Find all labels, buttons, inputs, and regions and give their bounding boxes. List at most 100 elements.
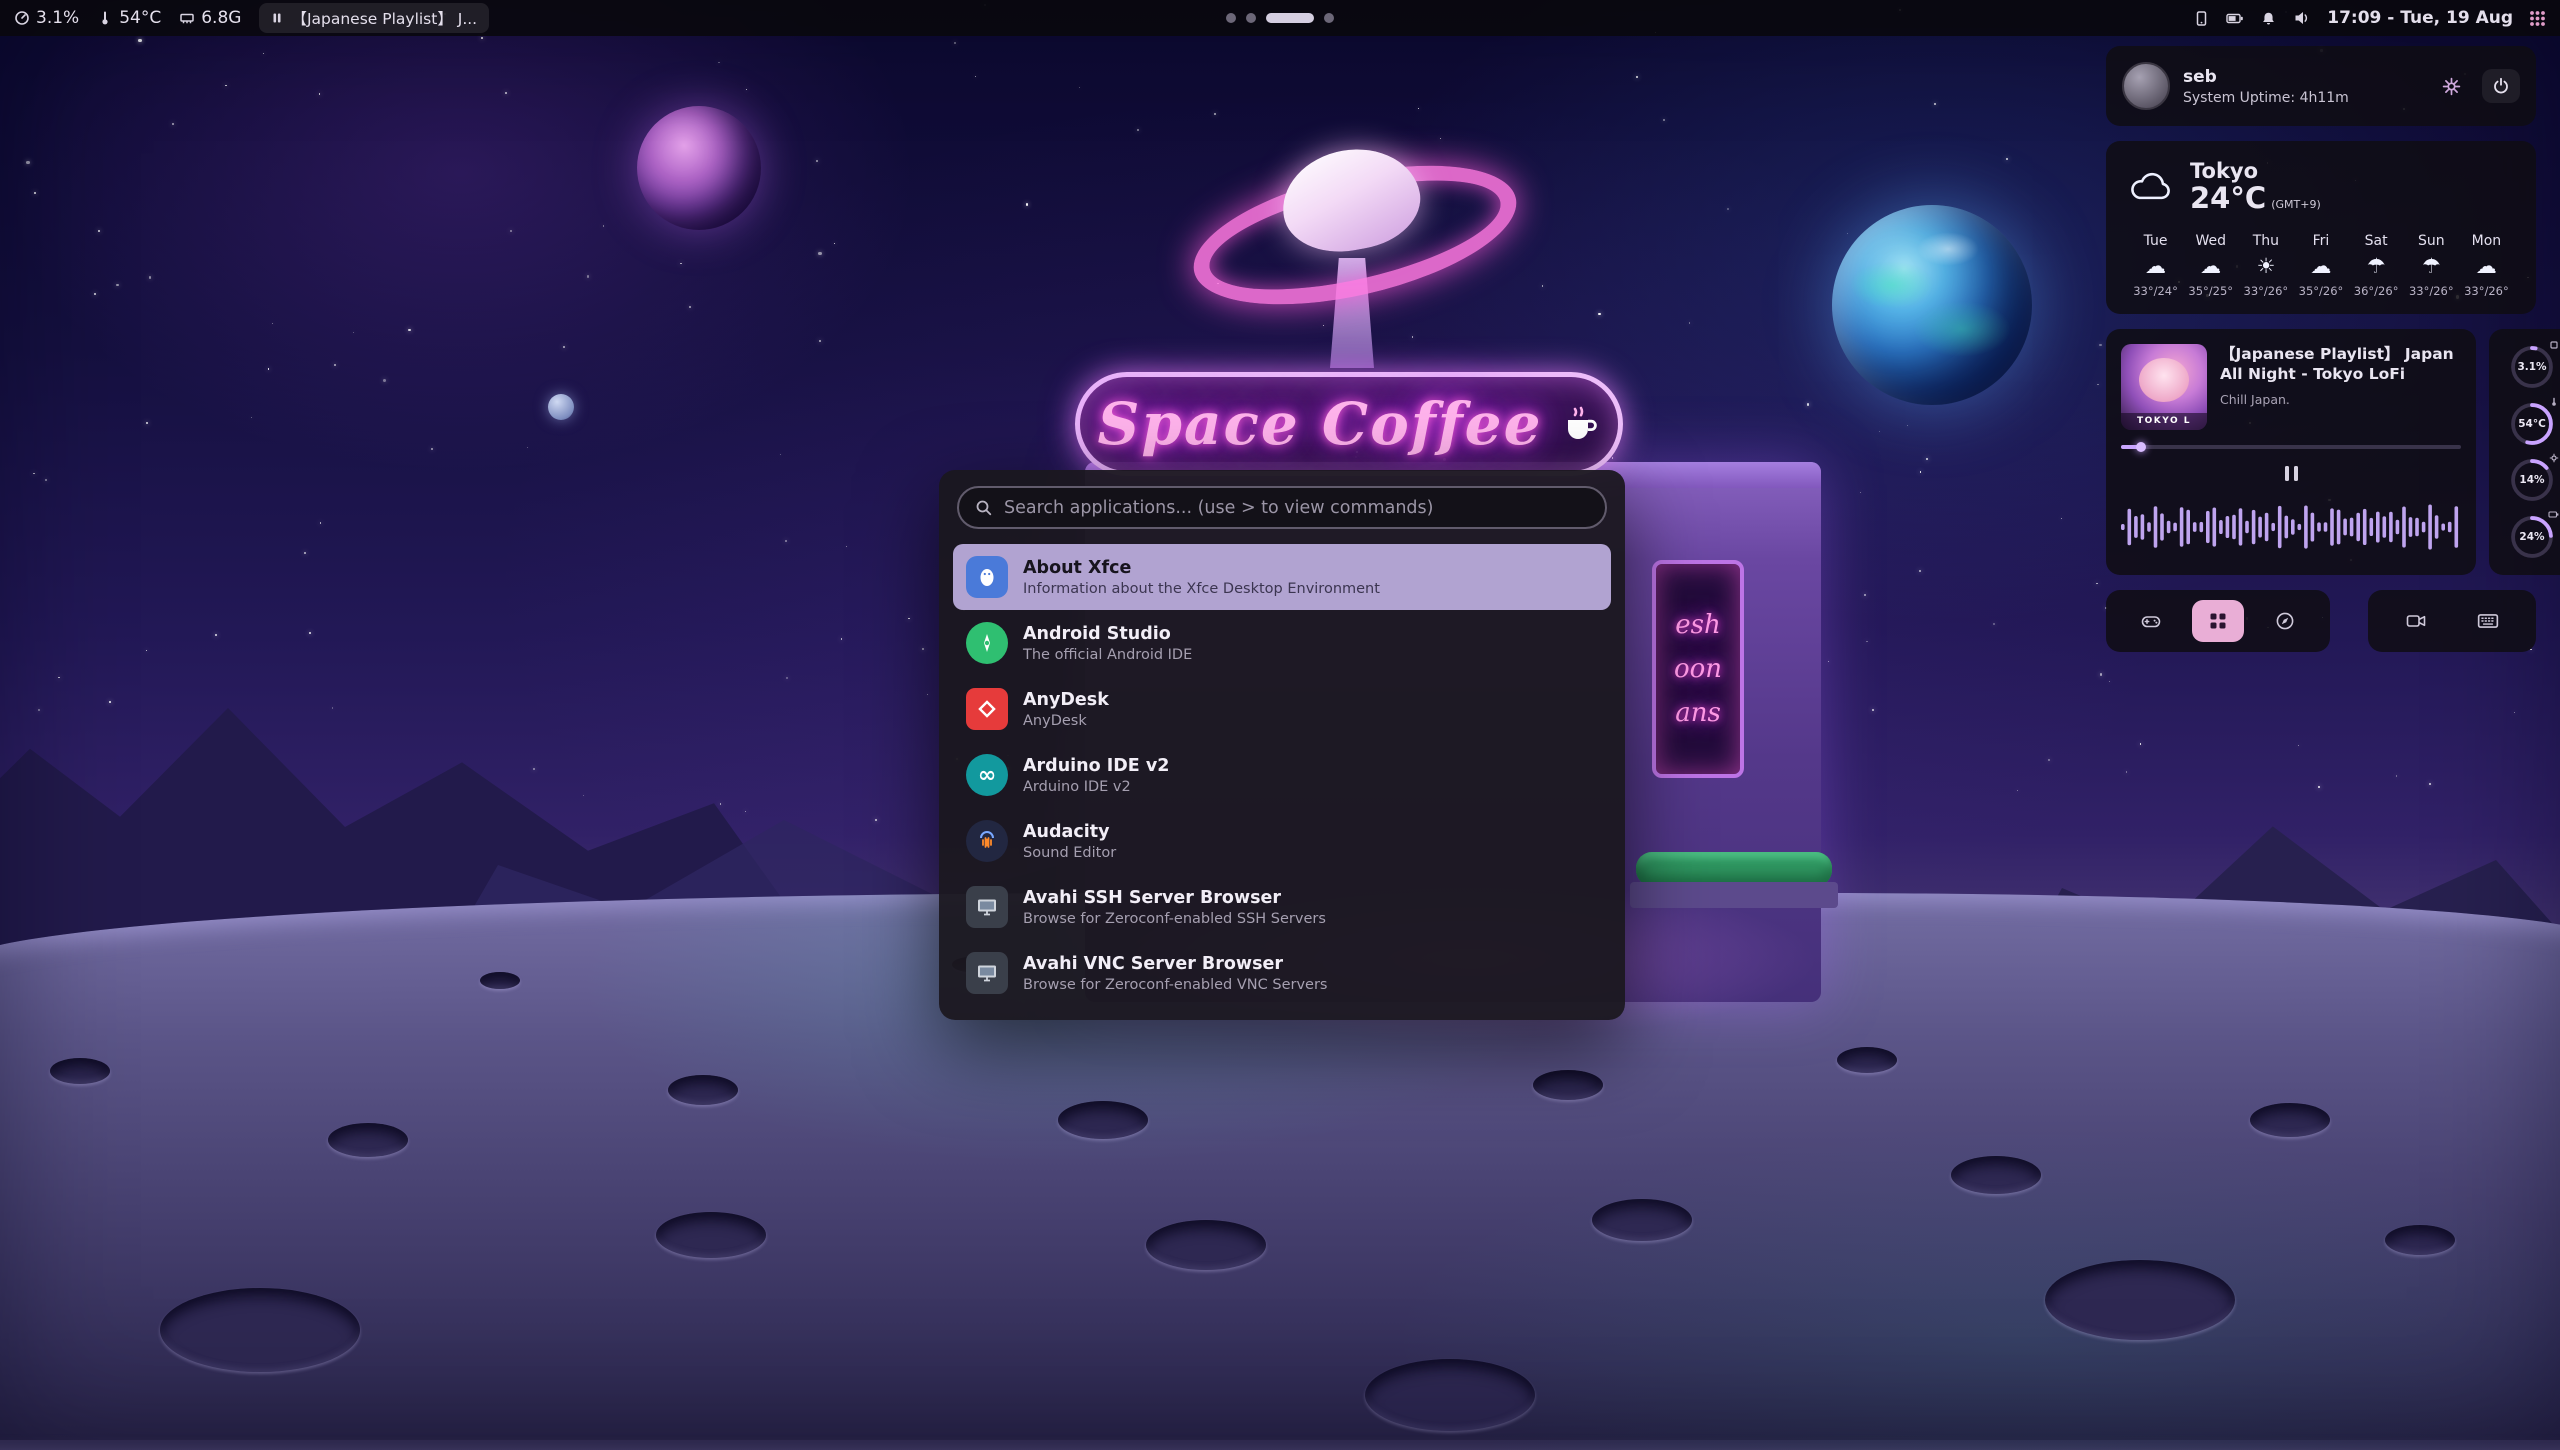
profile-card: seb System Uptime: 4h11m xyxy=(2106,46,2536,126)
star xyxy=(272,323,273,324)
keyboard-icon xyxy=(2477,612,2499,630)
star xyxy=(1026,203,1028,205)
star xyxy=(527,447,528,448)
star xyxy=(1323,325,1324,326)
volume-icon[interactable] xyxy=(2293,10,2311,26)
settings-button[interactable] xyxy=(2432,69,2470,103)
crater xyxy=(668,1075,738,1105)
app-row-avahi-vnc[interactable]: Avahi VNC Server Browser Browse for Zero… xyxy=(953,940,1611,1006)
keyboard-button[interactable] xyxy=(2462,600,2514,642)
progress-knob[interactable] xyxy=(2136,442,2146,452)
app-title: Android Studio xyxy=(1023,624,1192,644)
cpu-gauge-icon xyxy=(14,10,30,26)
temperature-value: 54°C xyxy=(119,8,161,28)
gear-icon xyxy=(2442,77,2461,96)
neon-word: esh xyxy=(1656,610,1740,640)
star xyxy=(786,677,787,678)
gamepad-button[interactable] xyxy=(2125,600,2177,642)
battery-icon xyxy=(2548,510,2559,519)
now-playing-text: 【Japanese Playlist】 J... xyxy=(291,7,477,29)
star xyxy=(353,332,354,333)
album-art-label: TOKYO L xyxy=(2121,413,2207,430)
star xyxy=(510,230,512,232)
workspace-dot[interactable] xyxy=(1246,13,1256,23)
small-moon xyxy=(548,394,574,420)
forecast-day: Wed xyxy=(2183,233,2238,249)
app-row-anydesk[interactable]: AnyDesk AnyDesk xyxy=(953,676,1611,742)
star xyxy=(583,795,584,796)
star xyxy=(1636,76,1638,78)
weather-timezone: (GMT+9) xyxy=(2271,198,2321,211)
notifications-bell-icon[interactable] xyxy=(2260,10,2277,27)
apps-grid-icon xyxy=(2208,611,2228,631)
temperature-gauge: 54°C xyxy=(2508,400,2556,448)
pause-button[interactable] xyxy=(2275,460,2308,487)
clock[interactable]: 17:09 - Tue, 19 Aug xyxy=(2327,8,2513,28)
power-button[interactable] xyxy=(2482,69,2520,103)
topbar-right: 17:09 - Tue, 19 Aug xyxy=(1280,8,2546,28)
star xyxy=(816,160,818,162)
forecast-temps: 35°/26° xyxy=(2293,284,2348,298)
app-subtitle: Information about the Xfce Desktop Envir… xyxy=(1023,581,1380,597)
star xyxy=(146,422,147,423)
app-row-avahi-ssh[interactable]: Avahi SSH Server Browser Browse for Zero… xyxy=(953,874,1611,940)
app-subtitle: Arduino IDE v2 xyxy=(1023,779,1169,795)
star xyxy=(834,243,835,244)
compass-button[interactable] xyxy=(2259,600,2311,642)
star xyxy=(116,284,118,286)
app-title: About Xfce xyxy=(1023,558,1380,578)
app-title: Audacity xyxy=(1023,822,1116,842)
star xyxy=(33,473,34,474)
forecast-weather-icon: ☁ xyxy=(2128,256,2183,277)
star xyxy=(2429,783,2431,785)
battery-icon[interactable] xyxy=(2226,11,2244,26)
track-title: 【Japanese Playlist】 Japan All Night - To… xyxy=(2220,344,2461,385)
app-row-android-studio[interactable]: Android Studio The official Android IDE xyxy=(953,610,1611,676)
app-row-audacity[interactable]: Audacity Sound Editor xyxy=(953,808,1611,874)
username: seb xyxy=(2183,67,2349,87)
crater xyxy=(50,1058,110,1084)
workspace-dot[interactable] xyxy=(1226,13,1236,23)
cloud-icon xyxy=(2128,171,2174,203)
workspace-active-pill[interactable] xyxy=(1266,13,1314,23)
forecast-weather-icon: ☂ xyxy=(2404,256,2459,277)
weather-temp: 24°C xyxy=(2190,181,2266,215)
star xyxy=(533,768,535,770)
track-progress-bar[interactable] xyxy=(2121,445,2461,449)
app-launcher-panel: About Xfce Information about the Xfce De… xyxy=(939,470,1625,1020)
forecast-day: Mon xyxy=(2459,233,2514,249)
gear-icon xyxy=(2549,453,2559,463)
crater xyxy=(1365,1359,1535,1431)
star xyxy=(2126,771,2127,772)
apps-button[interactable] xyxy=(2192,600,2244,642)
star xyxy=(383,379,386,382)
waveform xyxy=(2121,491,2461,563)
avatar[interactable] xyxy=(2122,62,2170,110)
app-row-about-xfce[interactable]: About Xfce Information about the Xfce De… xyxy=(953,544,1611,610)
quick-actions-row xyxy=(2106,590,2536,652)
star xyxy=(1872,709,1874,711)
crater xyxy=(1592,1199,1692,1241)
search-input[interactable] xyxy=(1004,498,1589,518)
star xyxy=(225,85,226,86)
app-grid-icon[interactable] xyxy=(2529,10,2546,27)
forecast-weather-icon: ☁ xyxy=(2293,256,2348,277)
launcher-search-bar[interactable] xyxy=(957,486,1607,529)
star xyxy=(408,329,410,331)
now-playing-pill[interactable]: 【Japanese Playlist】 J... xyxy=(259,3,489,33)
audacity-icon xyxy=(966,820,1008,862)
android-studio-icon xyxy=(966,622,1008,664)
memory-value: 6.8G xyxy=(201,8,241,28)
star xyxy=(94,293,96,295)
app-row-arduino[interactable]: ∞ Arduino IDE v2 Arduino IDE v2 xyxy=(953,742,1611,808)
screen-record-button[interactable] xyxy=(2390,600,2442,642)
forecast-day: Thu xyxy=(2238,233,2293,249)
star xyxy=(34,192,36,194)
star xyxy=(2006,158,2008,160)
workspace-indicator[interactable] xyxy=(1226,13,1334,23)
star xyxy=(2017,790,2018,791)
star xyxy=(603,225,604,226)
phone-wrench-icon[interactable] xyxy=(2193,10,2210,27)
star xyxy=(2099,344,2101,346)
workspace-dot[interactable] xyxy=(1324,13,1334,23)
